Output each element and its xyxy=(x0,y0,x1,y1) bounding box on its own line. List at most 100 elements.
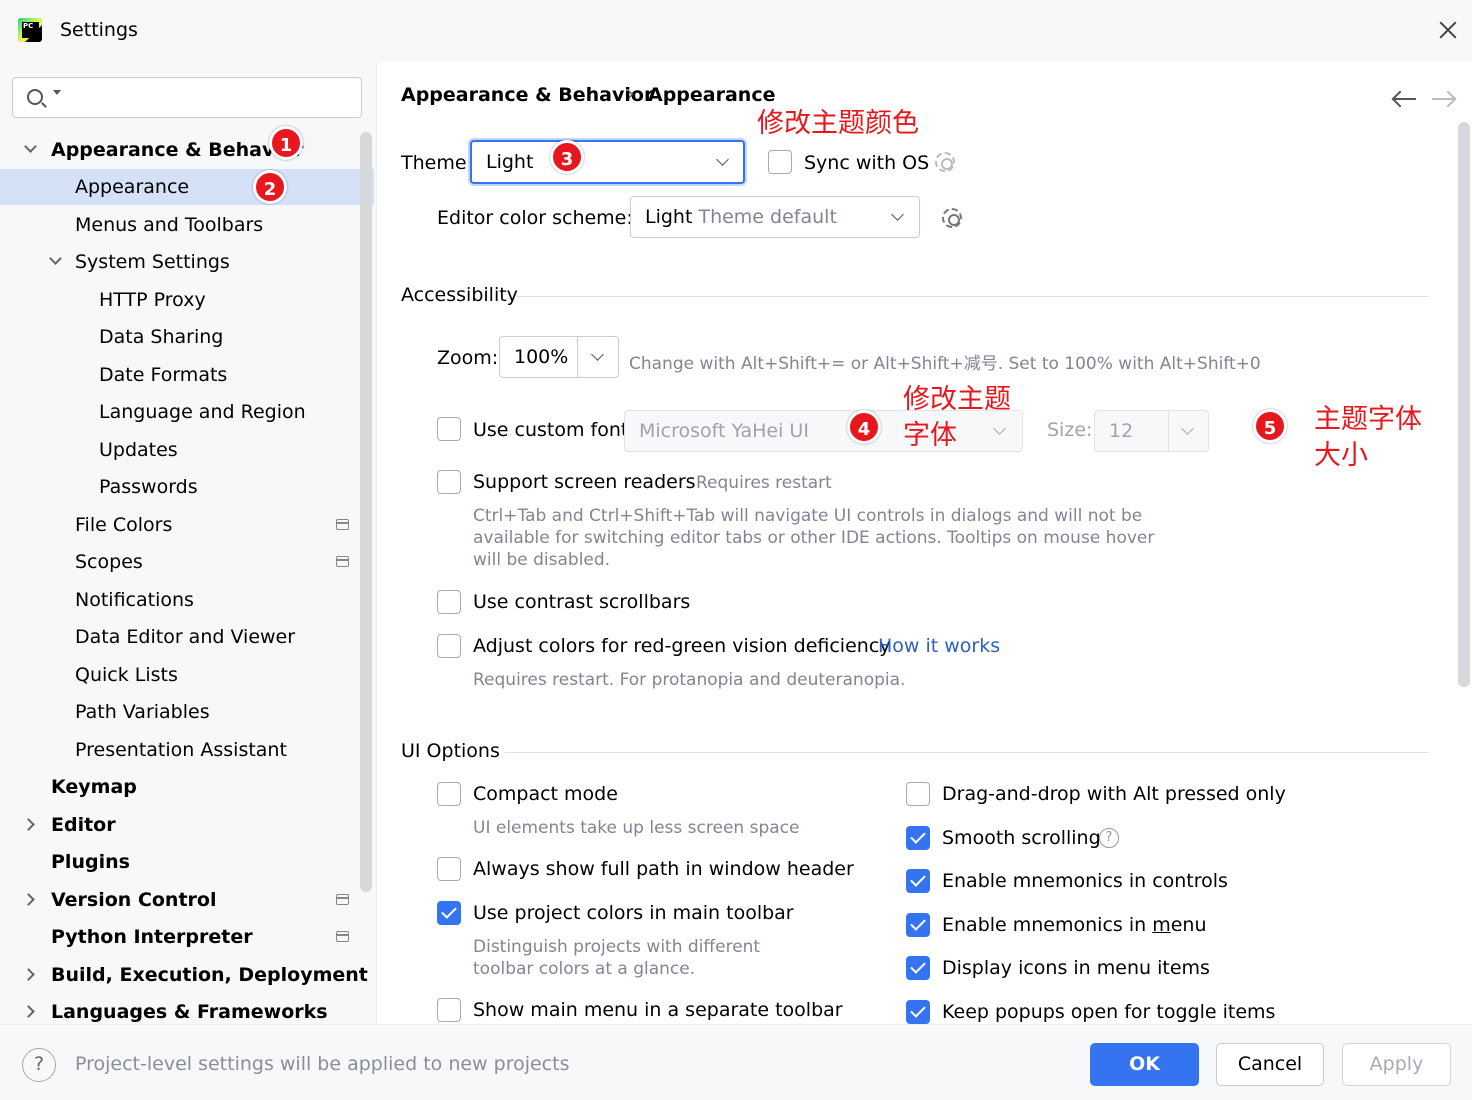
tree-item-http-proxy[interactable]: HTTP Proxy xyxy=(0,282,360,318)
tree-item-label: Python Interpreter xyxy=(51,926,253,948)
dialog-footer: ? Project-level settings will be applied… xyxy=(0,1024,1472,1100)
cancel-button[interactable]: Cancel xyxy=(1216,1043,1324,1086)
menu-icons-checkbox[interactable] xyxy=(906,956,930,980)
tree-item-label: Language and Region xyxy=(99,401,306,423)
color-deficiency-checkbox[interactable] xyxy=(437,634,461,658)
menu-icons-label: Display icons in menu items xyxy=(942,957,1210,979)
editor-scheme-value-suffix: Theme default xyxy=(692,206,837,228)
how-it-works-link[interactable]: How it works xyxy=(878,635,1000,657)
search-options-chevron-down-icon[interactable] xyxy=(53,90,61,95)
tree-item-passwords[interactable]: Passwords xyxy=(0,469,360,505)
pycharm-logo-icon xyxy=(18,18,42,42)
content-scrollbar[interactable] xyxy=(1458,122,1470,687)
annotation-badge-4: 4 xyxy=(847,410,881,444)
tree-item-presentation-assistant[interactable]: Presentation Assistant xyxy=(0,732,360,768)
help-icon[interactable]: ? xyxy=(1099,828,1119,848)
footer-info-text: Project-level settings will be applied t… xyxy=(75,1053,570,1075)
zoom-dropdown[interactable]: 100% xyxy=(499,336,619,378)
tree-item-menus-toolbars[interactable]: Menus and Toolbars xyxy=(0,207,360,243)
tree-item-appearance[interactable]: Appearance xyxy=(0,169,374,205)
mnemonics-controls-checkbox[interactable] xyxy=(906,869,930,893)
editor-scheme-dropdown[interactable]: Light Theme default xyxy=(630,196,920,238)
tree-item-data-sharing[interactable]: Data Sharing xyxy=(0,319,360,355)
mnemonics-menu-checkbox[interactable] xyxy=(906,913,930,937)
editor-scheme-value: Light Theme default xyxy=(645,206,837,228)
project-level-icon xyxy=(336,931,349,942)
chevron-down-icon[interactable] xyxy=(49,252,62,265)
chevron-down-icon xyxy=(993,422,1006,435)
annotation-badge-1: 1 xyxy=(269,126,303,160)
tree-item-editor[interactable]: Editor xyxy=(0,807,360,843)
font-size-dropdown[interactable]: 12 xyxy=(1094,410,1209,452)
tree-item-notifications[interactable]: Notifications xyxy=(0,582,360,618)
tree-item-language-region[interactable]: Language and Region xyxy=(0,394,360,430)
tree-item-label: Appearance & Behavior xyxy=(51,139,304,161)
tree-item-label: Presentation Assistant xyxy=(75,739,287,761)
editor-scheme-value-main: Light xyxy=(645,206,693,228)
tree-item-path-variables[interactable]: Path Variables xyxy=(0,694,360,730)
screen-readers-desc-line: will be disabled. xyxy=(473,550,611,570)
separate-menu-checkbox[interactable] xyxy=(437,998,461,1022)
breadcrumb-current: Appearance xyxy=(648,84,776,106)
screen-readers-label: Support screen readers xyxy=(473,471,696,493)
chevron-right-icon[interactable] xyxy=(22,818,35,831)
drag-drop-alt-checkbox[interactable] xyxy=(906,782,930,806)
custom-font-checkbox[interactable] xyxy=(437,417,461,441)
annotation-badge-3: 3 xyxy=(550,140,584,174)
tree-item-date-formats[interactable]: Date Formats xyxy=(0,357,360,393)
tree-item-data-editor-viewer[interactable]: Data Editor and Viewer xyxy=(0,619,360,655)
mnemonics-menu-label-pre: Enable mnemonics in xyxy=(942,914,1153,936)
search-input[interactable] xyxy=(12,77,362,118)
help-icon[interactable]: ? xyxy=(22,1048,56,1082)
mnemonics-menu-underlined-letter: m xyxy=(1152,914,1171,936)
editor-scheme-gear-icon[interactable] xyxy=(942,208,962,228)
back-arrow-icon[interactable] xyxy=(1394,98,1416,100)
sidebar-scrollbar[interactable] xyxy=(360,132,372,892)
compact-mode-checkbox[interactable] xyxy=(437,782,461,806)
contrast-scrollbars-label: Use contrast scrollbars xyxy=(473,591,691,613)
font-size-divider xyxy=(1168,411,1169,451)
tree-item-file-colors[interactable]: File Colors xyxy=(0,507,360,543)
tree-item-system-settings[interactable]: System Settings xyxy=(0,244,360,280)
breadcrumb-parent[interactable]: Appearance & Behavior xyxy=(401,84,653,106)
tree-item-keymap[interactable]: Keymap xyxy=(0,769,360,805)
tree-item-updates[interactable]: Updates xyxy=(0,432,360,468)
tree-item-version-control[interactable]: Version Control xyxy=(0,882,360,918)
screen-readers-checkbox[interactable] xyxy=(437,470,461,494)
tree-item-appearance-behavior[interactable]: Appearance & Behavior xyxy=(0,132,360,168)
close-icon[interactable] xyxy=(1434,16,1462,44)
compact-mode-hint: UI elements take up less screen space xyxy=(473,818,800,838)
chevron-right-icon[interactable] xyxy=(22,968,35,981)
ok-button[interactable]: OK xyxy=(1090,1043,1199,1086)
theme-dropdown[interactable]: Light xyxy=(470,140,745,184)
project-colors-checkbox[interactable] xyxy=(437,901,461,925)
tree-item-label: Date Formats xyxy=(99,364,228,386)
title-bar: Settings xyxy=(0,0,1472,62)
theme-value: Light xyxy=(486,151,534,173)
chevron-right-icon[interactable] xyxy=(22,1005,35,1018)
separate-menu-label: Show main menu in a separate toolbar xyxy=(473,999,843,1021)
project-level-icon xyxy=(336,556,349,567)
section-separator xyxy=(505,752,1429,753)
keep-popups-checkbox[interactable] xyxy=(906,1000,930,1024)
smooth-scrolling-checkbox[interactable] xyxy=(906,826,930,850)
tree-item-plugins[interactable]: Plugins xyxy=(0,844,360,880)
tree-item-scopes[interactable]: Scopes xyxy=(0,544,360,580)
sync-os-label: Sync with OS xyxy=(804,152,930,174)
tree-item-build-execution-deployment[interactable]: Build, Execution, Deployment xyxy=(0,957,368,993)
tree-item-label: Data Sharing xyxy=(99,326,224,348)
section-separator xyxy=(517,296,1429,297)
zoom-label: Zoom: xyxy=(437,347,499,369)
forward-arrow-icon[interactable] xyxy=(1432,98,1454,100)
tree-item-python-interpreter[interactable]: Python Interpreter xyxy=(0,919,360,955)
project-level-icon xyxy=(336,519,349,530)
contrast-scrollbars-checkbox[interactable] xyxy=(437,590,461,614)
tree-item-quick-lists[interactable]: Quick Lists xyxy=(0,657,360,693)
sync-settings-gear-icon[interactable] xyxy=(935,152,955,172)
chevron-down-icon[interactable] xyxy=(24,140,37,153)
chevron-right-icon[interactable] xyxy=(22,893,35,906)
apply-button[interactable]: Apply xyxy=(1342,1043,1451,1086)
full-path-checkbox[interactable] xyxy=(437,857,461,881)
sync-os-checkbox[interactable] xyxy=(768,150,792,174)
tree-item-label: Quick Lists xyxy=(75,664,178,686)
